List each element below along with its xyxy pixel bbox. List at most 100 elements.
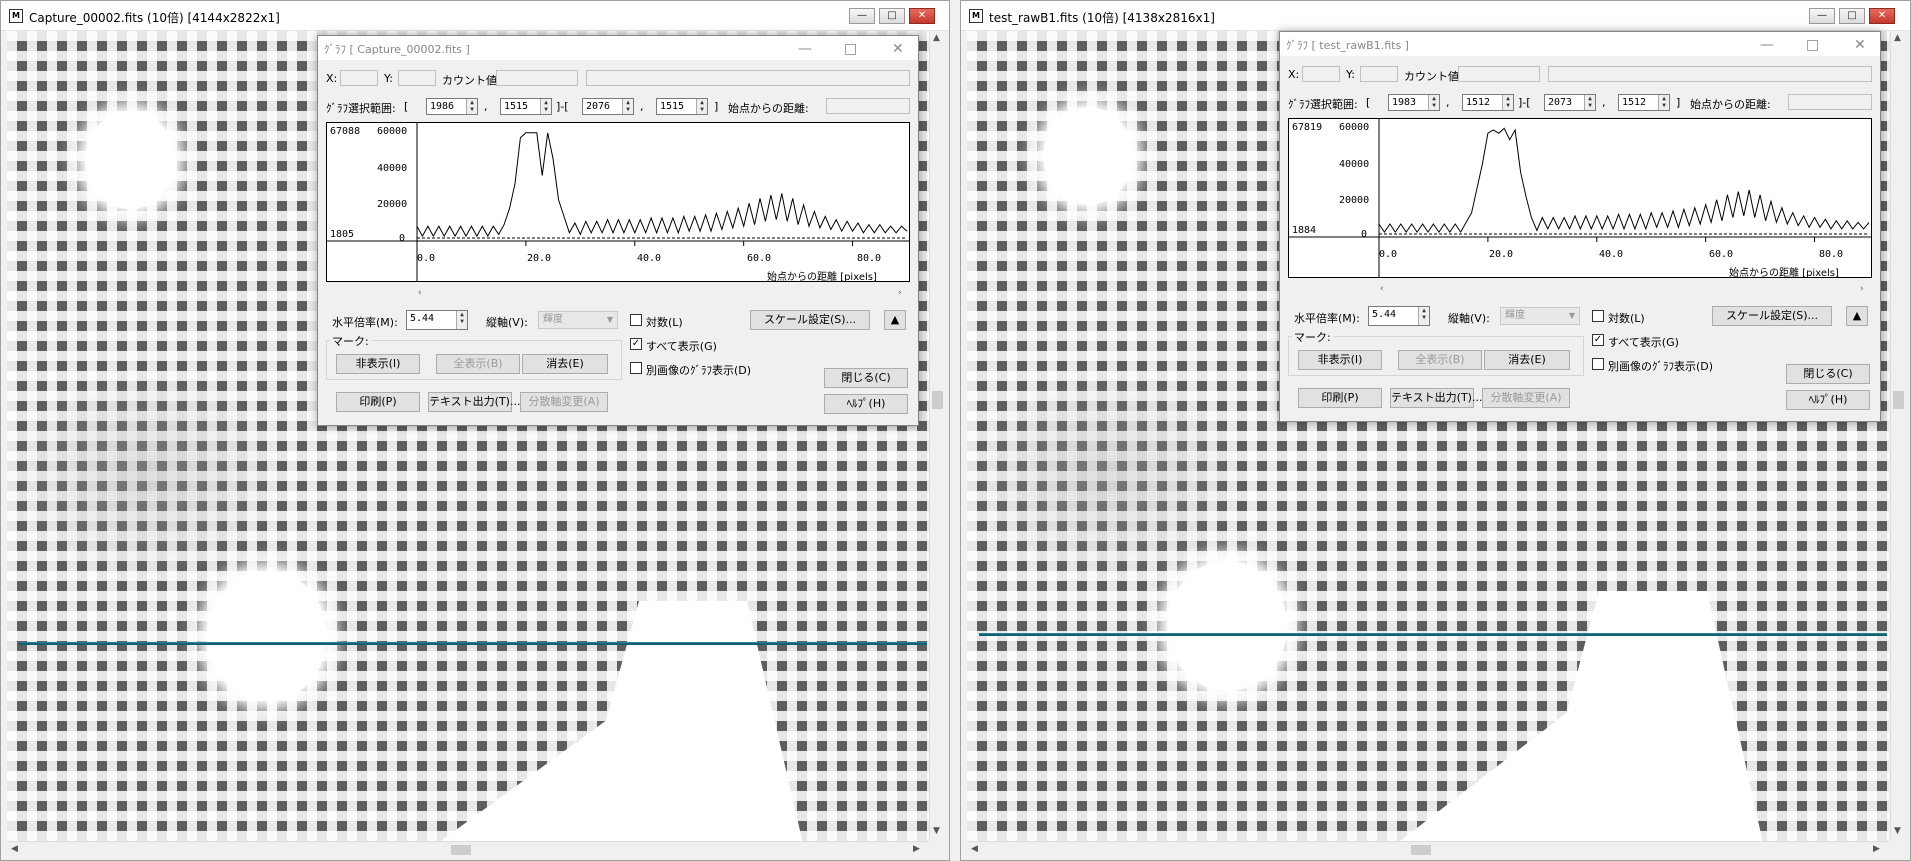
- minimize-button[interactable]: —: [1809, 8, 1835, 24]
- vertical-scroll-thumb[interactable]: [932, 391, 943, 409]
- scroll-down-icon[interactable]: ▼: [1894, 826, 1901, 836]
- count-value-field: [1458, 66, 1540, 82]
- dialog-titlebar[interactable]: ｸﾞﾗﾌ [ Capture_00002.fits ] — □ ✕: [318, 36, 918, 60]
- x-tick-label: 60.0: [747, 253, 772, 264]
- spin-arrows-icon[interactable]: ▲ ▼: [466, 99, 477, 114]
- text-output-button[interactable]: テキスト出力(T)...: [1390, 388, 1482, 408]
- scroll-right-icon[interactable]: ▶: [1873, 844, 1880, 854]
- range-x2-input[interactable]: 2073 ▲ ▼: [1544, 94, 1596, 111]
- show-all-label: すべて表示(G): [646, 340, 717, 353]
- maximize-button[interactable]: □: [879, 8, 905, 24]
- mark-label: マーク:: [330, 333, 371, 349]
- profile-line[interactable]: [979, 633, 1887, 636]
- scroll-up-icon[interactable]: ▲: [933, 33, 940, 43]
- spin-arrows-icon[interactable]: ▲ ▼: [540, 99, 551, 114]
- vertical-scrollbar[interactable]: ▲ ▼: [929, 31, 945, 841]
- show-all-checkbox[interactable]: ✓: [1592, 334, 1604, 346]
- range-y2-input[interactable]: 1515 ▲ ▼: [656, 98, 708, 115]
- v-axis-select[interactable]: 輝度 ▼: [538, 311, 618, 329]
- range-x2-input[interactable]: 2076 ▲ ▼: [582, 98, 634, 115]
- minimize-button[interactable]: —: [849, 8, 875, 24]
- maximize-button[interactable]: □: [1839, 8, 1865, 24]
- profile-graph[interactable]: 67819 1884 60000 40000 20000 0 0.0 20.0 …: [1288, 118, 1872, 278]
- scroll-right-icon[interactable]: ▶: [913, 844, 920, 854]
- spin-arrows-icon[interactable]: ▲ ▼: [1428, 95, 1439, 110]
- vertical-scrollbar[interactable]: ▲ ▼: [1890, 31, 1906, 841]
- graph-scroll-right-icon[interactable]: ›: [1860, 284, 1864, 294]
- help-button[interactable]: ﾍﾙﾌﾟ(H): [1786, 390, 1870, 410]
- profile-line[interactable]: [19, 642, 927, 645]
- v-axis-select[interactable]: 輝度 ▼: [1500, 307, 1580, 325]
- show-all-mark-button[interactable]: 全表示(B): [1398, 350, 1482, 370]
- close-button[interactable]: ✕: [909, 8, 935, 24]
- print-button[interactable]: 印刷(P): [1298, 388, 1382, 408]
- hide-mark-button[interactable]: 非表示(I): [336, 354, 420, 374]
- delete-mark-button[interactable]: 消去(E): [522, 354, 608, 374]
- other-image-checkbox[interactable]: [630, 362, 642, 374]
- profile-graph[interactable]: 67088 1805 60000 40000 20000 0 0.0 20.0 …: [326, 122, 910, 282]
- range-x1-input[interactable]: 1986 ▲ ▼: [426, 98, 478, 115]
- other-image-checkbox[interactable]: [1592, 358, 1604, 370]
- scale-settings-button[interactable]: スケール設定(S)...: [750, 310, 870, 330]
- window-titlebar[interactable]: M Capture_00002.fits (10倍) [4144x2822x1]…: [1, 1, 949, 31]
- spin-arrows-icon[interactable]: ▲ ▼: [456, 311, 467, 329]
- range-y1-input[interactable]: 1515 ▲ ▼: [500, 98, 552, 115]
- dispersion-axis-button[interactable]: 分散軸変更(A): [1482, 388, 1570, 408]
- help-button[interactable]: ﾍﾙﾌﾟ(H): [824, 394, 908, 414]
- show-all-mark-button[interactable]: 全表示(B): [436, 354, 520, 374]
- scroll-up-icon[interactable]: ▲: [1894, 33, 1901, 43]
- horizontal-scrollbar[interactable]: ◀ ▶: [7, 841, 929, 857]
- y-tick-label: 40000: [1339, 159, 1370, 170]
- spin-arrows-icon[interactable]: ▲ ▼: [622, 99, 633, 114]
- scroll-left-icon[interactable]: ◀: [971, 844, 978, 854]
- spin-arrows-icon[interactable]: ▲ ▼: [696, 99, 707, 114]
- vertical-scroll-thumb[interactable]: [1893, 391, 1904, 409]
- range-y1-input[interactable]: 1512 ▲ ▼: [1462, 94, 1514, 111]
- h-scale-input[interactable]: 5.44 ▲ ▼: [1368, 306, 1430, 326]
- x-tick-label: 20.0: [527, 253, 552, 264]
- x-tick-label: 40.0: [637, 253, 662, 264]
- scroll-left-icon[interactable]: ◀: [11, 844, 18, 854]
- graph-scroll-right-icon[interactable]: ›: [898, 288, 902, 298]
- graph-scroll-left-icon[interactable]: ‹: [418, 288, 422, 298]
- x-value-field: [340, 70, 378, 86]
- log-checkbox[interactable]: [1592, 310, 1604, 322]
- horizontal-scroll-thumb[interactable]: [451, 845, 471, 855]
- show-all-checkbox[interactable]: ✓: [630, 338, 642, 350]
- range-y2-input[interactable]: 1512 ▲ ▼: [1618, 94, 1670, 111]
- spin-arrows-icon[interactable]: ▲ ▼: [1658, 95, 1669, 110]
- dialog-maximize-button[interactable]: □: [1806, 37, 1819, 53]
- mark-label: マーク:: [1292, 329, 1333, 345]
- horizontal-scroll-thumb[interactable]: [1411, 845, 1431, 855]
- scale-settings-button[interactable]: スケール設定(S)...: [1712, 306, 1832, 326]
- spin-arrows-icon[interactable]: ▲ ▼: [1502, 95, 1513, 110]
- dialog-minimize-button[interactable]: —: [1760, 37, 1774, 53]
- collapse-button[interactable]: ▲: [884, 310, 906, 330]
- log-checkbox[interactable]: [630, 314, 642, 326]
- scroll-down-icon[interactable]: ▼: [933, 826, 940, 836]
- close-button[interactable]: ✕: [1869, 8, 1895, 24]
- dialog-titlebar[interactable]: ｸﾞﾗﾌ [ test_rawB1.fits ] — □ ✕: [1280, 32, 1880, 56]
- close-dialog-button[interactable]: 閉じる(C): [824, 368, 908, 388]
- spin-arrows-icon[interactable]: ▲ ▼: [1584, 95, 1595, 110]
- horizontal-scrollbar[interactable]: ◀ ▶: [967, 841, 1889, 857]
- hide-mark-button[interactable]: 非表示(I): [1298, 350, 1382, 370]
- spin-arrows-icon[interactable]: ▲ ▼: [1418, 307, 1429, 325]
- delete-mark-button[interactable]: 消去(E): [1484, 350, 1570, 370]
- log-label: 対数(L): [646, 316, 683, 329]
- range-x1-input[interactable]: 1983 ▲ ▼: [1388, 94, 1440, 111]
- text-output-button[interactable]: テキスト出力(T)...: [428, 392, 520, 412]
- h-scale-input[interactable]: 5.44 ▲ ▼: [406, 310, 468, 330]
- dispersion-axis-button[interactable]: 分散軸変更(A): [520, 392, 608, 412]
- graph-scroll-left-icon[interactable]: ‹: [1380, 284, 1384, 294]
- dialog-minimize-button[interactable]: —: [798, 41, 812, 57]
- dialog-close-button[interactable]: ✕: [1854, 37, 1866, 53]
- window-titlebar[interactable]: M test_rawB1.fits (10倍) [4138x2816x1] — …: [961, 1, 1910, 31]
- dialog-close-button[interactable]: ✕: [892, 41, 904, 57]
- dialog-maximize-button[interactable]: □: [844, 41, 857, 57]
- collapse-button[interactable]: ▲: [1846, 306, 1868, 326]
- range-bracket-open: [: [1366, 96, 1371, 109]
- range-bracket-close: ]: [714, 100, 719, 113]
- print-button[interactable]: 印刷(P): [336, 392, 420, 412]
- close-dialog-button[interactable]: 閉じる(C): [1786, 364, 1870, 384]
